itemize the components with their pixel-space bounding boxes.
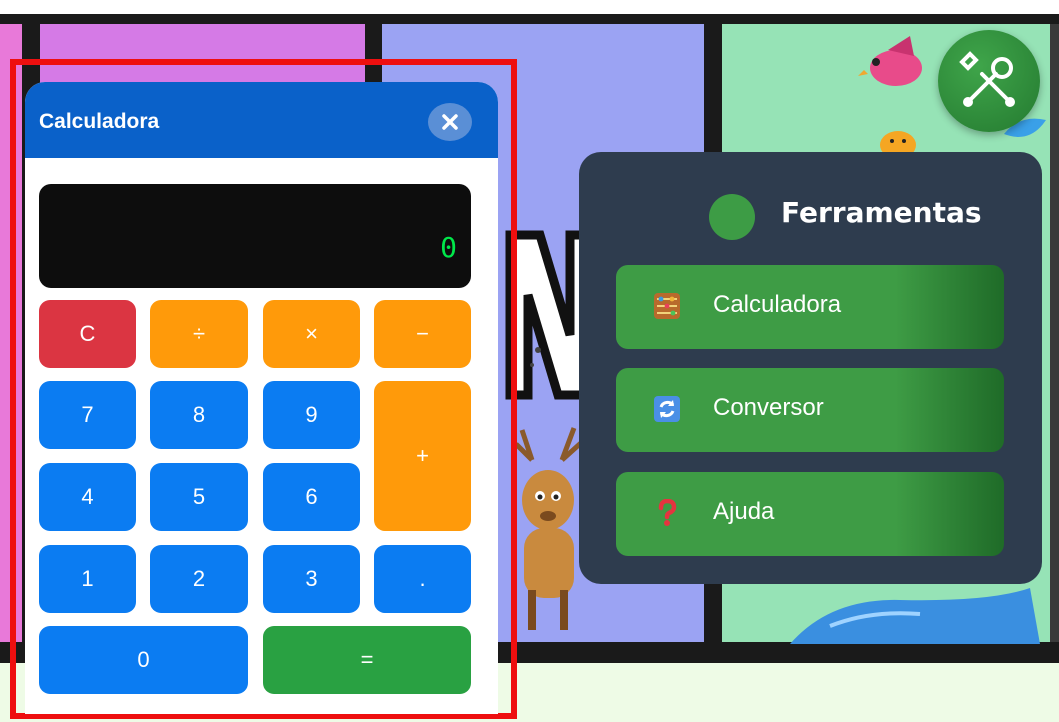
bird-decoration: [858, 36, 922, 86]
clear-button[interactable]: C: [39, 300, 136, 368]
digit-2-button[interactable]: 2: [150, 545, 248, 613]
digit-6-button[interactable]: 6: [263, 463, 360, 531]
menu-item-label: Ajuda: [713, 498, 775, 525]
menu-item-label: Calculadora: [713, 291, 842, 318]
question-icon: [658, 499, 677, 526]
equals-button[interactable]: =: [263, 626, 471, 694]
plus-button[interactable]: +: [374, 381, 471, 531]
digit-1-button[interactable]: 1: [39, 545, 136, 613]
digit-5-button[interactable]: 5: [150, 463, 248, 531]
menu-item-label: Conversor: [713, 394, 824, 421]
menu-status-dot: [709, 194, 755, 240]
board-panel-edge: [1050, 24, 1059, 642]
digit-3-button[interactable]: 3: [263, 545, 360, 613]
tools-button[interactable]: [938, 30, 1040, 132]
digit-7-button[interactable]: 7: [39, 381, 136, 449]
multiply-button[interactable]: ×: [263, 300, 360, 368]
menu-item-conversor[interactable]: Conversor: [616, 368, 1004, 452]
calculator-header: Calculadora: [25, 82, 498, 158]
tools-menu: Ferramentas Calculadora Conversor Ajuda: [579, 152, 1042, 584]
divide-button[interactable]: ÷: [150, 300, 248, 368]
menu-item-ajuda[interactable]: Ajuda: [616, 472, 1004, 556]
menu-item-calculadora[interactable]: Calculadora: [616, 265, 1004, 349]
close-button[interactable]: [428, 103, 472, 141]
calculator-display: 0: [39, 184, 471, 288]
digit-8-button[interactable]: 8: [150, 381, 248, 449]
refresh-icon: [654, 396, 680, 422]
tools-icon: [959, 51, 1015, 107]
digit-9-button[interactable]: 9: [263, 381, 360, 449]
display-value: 0: [440, 231, 457, 264]
digit-4-button[interactable]: 4: [39, 463, 136, 531]
water-decoration: [790, 588, 1040, 644]
digit-0-button[interactable]: 0: [39, 626, 248, 694]
decimal-button[interactable]: .: [374, 545, 471, 613]
calculator-title: Calculadora: [39, 110, 160, 133]
tools-menu-title: Ferramentas: [781, 196, 982, 229]
calculator-window: Calculadora 0 C ÷ × − 7 8 9 + 4 5 6 1 2 …: [25, 82, 498, 714]
close-icon: [442, 114, 458, 130]
abacus-icon: [654, 293, 680, 319]
top-strip: [0, 0, 1059, 18]
minus-button[interactable]: −: [374, 300, 471, 368]
